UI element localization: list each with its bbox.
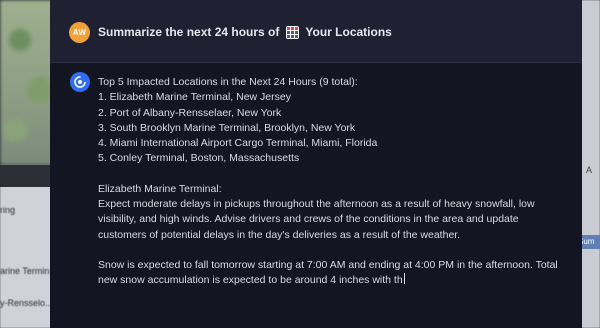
- user-avatar: AW: [69, 22, 90, 43]
- detail-body: Expect moderate delays in pickups throug…: [98, 198, 535, 241]
- detail-title: Elizabeth Marine Terminal:: [98, 182, 222, 195]
- response-heading: Top 5 Impacted Locations in the Next 24 …: [98, 76, 358, 88]
- snow-forecast-text: Snow is expected to fall tomorrow starti…: [98, 258, 558, 289]
- snow-forecast-content: Snow is expected to fall tomorrow starti…: [98, 258, 558, 287]
- impacted-location-item: 3. South Brooklyn Marine Terminal, Brook…: [98, 121, 356, 134]
- background-list-text: ring: [0, 205, 16, 215]
- background-list-text: arine Termin..: [0, 266, 55, 276]
- assistant-response: Top 5 Impacted Locations in the Next 24 …: [98, 75, 558, 289]
- assistant-logo-icon: [70, 72, 90, 92]
- assistant-dialog: AW Summarize the next 24 hours of Your L…: [50, 0, 582, 328]
- question-header: AW Summarize the next 24 hours of Your L…: [50, 0, 582, 63]
- impacted-location-item: 1. Elizabeth Marine Terminal, New Jersey: [98, 91, 291, 104]
- background-right-mark: A: [585, 165, 592, 175]
- question-text: Summarize the next 24 hours of Your Loca…: [98, 25, 392, 39]
- background-list-text: y-Rensselo...: [0, 298, 53, 308]
- location-label[interactable]: Your Locations: [305, 25, 391, 39]
- impacted-location-item: 5. Conley Terminal, Boston, Massachusett…: [98, 152, 300, 165]
- impacted-location-item: 2. Port of Albany-Rensselaer, New York: [98, 106, 282, 119]
- typing-cursor: [403, 273, 405, 285]
- impacted-location-item: 4. Miami International Airport Cargo Ter…: [98, 137, 378, 150]
- question-prefix: Summarize the next 24 hours of: [98, 25, 280, 39]
- locations-grid-icon: [286, 25, 300, 39]
